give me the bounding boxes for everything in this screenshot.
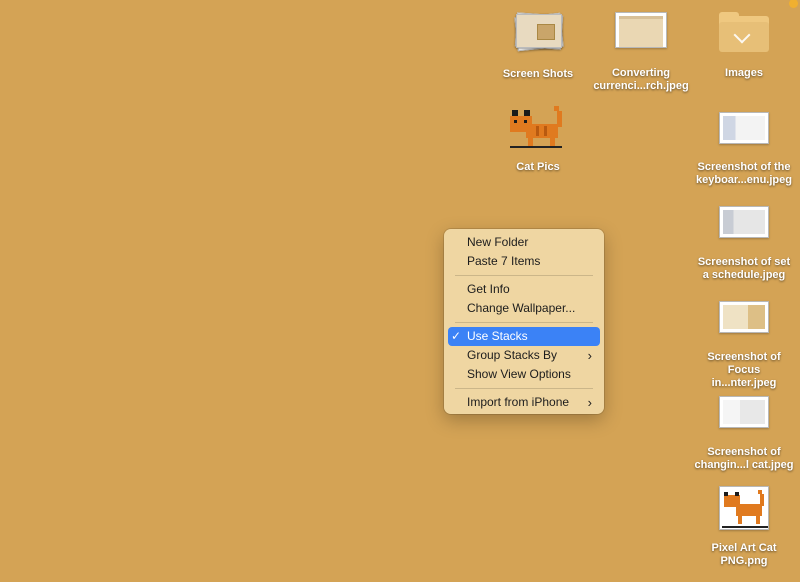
menu-separator [455,322,593,323]
menu-item-label: New Folder [467,235,529,249]
image-thumbnail [719,396,769,428]
menu-item-label: Show View Options [467,367,571,381]
desktop-item-converting-currencies[interactable]: Converting currenci...rch.jpeg [591,12,691,93]
desktop-item-screenshot-changing-cat[interactable]: Screenshot of changin...l cat.jpeg [694,396,794,472]
menu-item-label: Paste 7 Items [467,254,541,268]
menu-item-show-view-options[interactable]: Show View Options [448,365,600,384]
desktop-item-label: Screenshot of changin...l cat.jpeg [694,446,794,471]
menu-separator [455,275,593,276]
chevron-right-icon: › [587,395,592,410]
menu-item-new-folder[interactable]: New Folder [448,233,600,252]
desktop-item-label: Converting currenci...rch.jpeg [593,67,689,92]
image-thumbnail [719,206,769,238]
menu-item-import-from-iphone[interactable]: Import from iPhone › [448,393,600,412]
desktop-context-menu: New Folder Paste 7 Items Get Info Change… [444,229,604,414]
image-thumbnail [719,301,769,333]
desktop-item-pixel-art-cat[interactable]: Pixel Art Cat PNG.png [694,486,794,568]
menu-item-change-wallpaper[interactable]: Change Wallpaper... [448,299,600,318]
desktop-item-screenshot-set-schedule[interactable]: Screenshot of set a schedule.jpeg [694,206,794,282]
chevron-right-icon: › [587,348,592,363]
pixel-cat-icon [510,104,566,148]
desktop-item-screenshot-focus[interactable]: Screenshot of Focus in...nter.jpeg [694,301,794,390]
menu-item-group-stacks-by[interactable]: Group Stacks By › [448,346,600,365]
desktop-item-label: Screenshot of the keyboar...enu.jpeg [696,161,792,186]
desktop-item-label: Screen Shots [502,68,574,80]
image-thumbnail [615,12,667,48]
desktop-item-label: Images [725,67,763,79]
desktop-item-label: Pixel Art Cat PNG.png [711,542,777,567]
image-thumbnail [719,486,769,530]
menu-item-use-stacks[interactable]: ✓ Use Stacks [448,327,600,346]
menu-item-label: Get Info [467,282,510,296]
status-dot [789,0,798,8]
desktop-item-screen-shots[interactable]: Screen Shots [488,12,588,81]
menu-item-get-info[interactable]: Get Info [448,280,600,299]
checkmark-icon: ✓ [451,329,462,343]
menu-item-label: Group Stacks By [467,348,558,362]
folder-icon [719,12,769,52]
desktop-item-screenshot-keyboard-menu[interactable]: Screenshot of the keyboar...enu.jpeg [694,112,794,187]
menu-separator [455,388,593,389]
menu-item-label: Use Stacks [467,329,528,343]
stack-icon [514,12,564,52]
image-thumbnail [719,112,769,144]
desktop-item-label: Cat Pics [516,161,560,173]
desktop-item-images-folder[interactable]: Images [694,12,794,80]
menu-item-label: Import from iPhone [467,395,570,409]
desktop-item-cat-pics[interactable]: Cat Pics [488,104,588,174]
desktop-item-label: Screenshot of Focus in...nter.jpeg [707,351,781,389]
desktop-item-label: Screenshot of set a schedule.jpeg [697,256,791,281]
menu-item-paste-items[interactable]: Paste 7 Items [448,252,600,271]
menu-item-label: Change Wallpaper... [467,301,576,315]
